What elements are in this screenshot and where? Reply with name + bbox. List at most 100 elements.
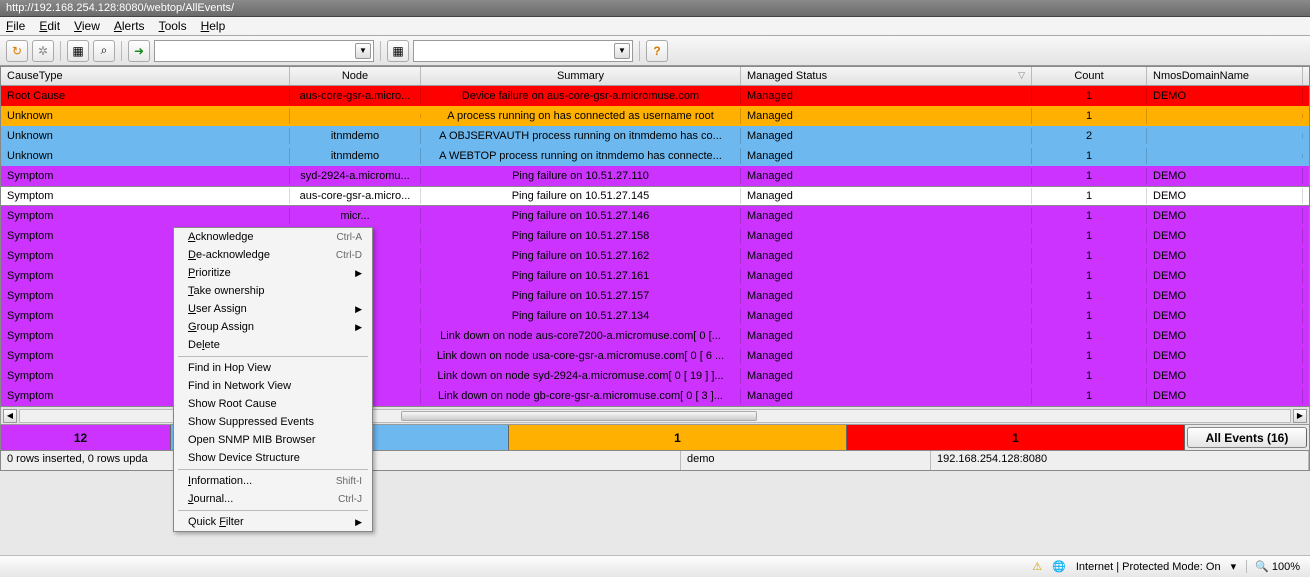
- ctx-acknowledge[interactable]: AcknowledgeCtrl-A: [174, 228, 372, 246]
- all-events-button[interactable]: All Events (16): [1187, 427, 1307, 448]
- globe-icon: 🌐: [1052, 560, 1066, 573]
- browser-status-bar: ⚠ 🌐 Internet | Protected Mode: On ▾ 🔍 10…: [0, 555, 1310, 577]
- cell-count: 1: [1032, 228, 1147, 244]
- cell-managed: Managed: [741, 348, 1032, 364]
- cell-summary: Link down on node gb-core-gsr-a.micromus…: [421, 388, 741, 404]
- cell-node: aus-core-gsr-a.micro...: [290, 88, 421, 104]
- status-user: demo: [681, 451, 931, 470]
- chevron-down-icon[interactable]: ▼: [355, 43, 371, 59]
- cell-node: itnmdemo: [290, 148, 421, 164]
- ctx-user-assign[interactable]: User Assign▶: [174, 300, 372, 318]
- ctx-quick-filter[interactable]: Quick Filter▶: [174, 513, 372, 531]
- grid-icon[interactable]: ▦: [67, 40, 89, 62]
- ctx-open-snmp-mib[interactable]: Open SNMP MIB Browser: [174, 431, 372, 449]
- cell-count: 1: [1032, 388, 1147, 404]
- ctx-information[interactable]: Information...Shift-I: [174, 472, 372, 490]
- cell-summary: Ping failure on 10.51.27.110: [421, 168, 741, 184]
- table-row[interactable]: Symptomsyd-2924-a.micromu...Ping failure…: [1, 166, 1309, 186]
- cell-count: 1: [1032, 88, 1147, 104]
- table-row[interactable]: Symptomaus-core-gsr-a.micro...Ping failu…: [1, 186, 1309, 206]
- ctx-show-device-structure[interactable]: Show Device Structure: [174, 449, 372, 467]
- cell-domain: DEMO: [1147, 328, 1303, 344]
- cell-domain: DEMO: [1147, 248, 1303, 264]
- menu-edit[interactable]: Edit: [39, 19, 60, 33]
- menu-view[interactable]: View: [74, 19, 100, 33]
- ctx-find-hop-view[interactable]: Find in Hop View: [174, 359, 372, 377]
- scroll-right-icon[interactable]: ▶: [1293, 409, 1307, 423]
- cell-summary: Ping failure on 10.51.27.162: [421, 248, 741, 264]
- ctx-take-ownership[interactable]: Take ownership: [174, 282, 372, 300]
- toolbar: ↻ ✲ ▦ ⌕ ➜ ▼ ▦ ▼ ?: [0, 36, 1310, 66]
- chevron-down-icon[interactable]: ▼: [614, 43, 630, 59]
- severity-orange[interactable]: 1: [509, 425, 847, 450]
- table-row[interactable]: UnknownitnmdemoA WEBTOP process running …: [1, 146, 1309, 166]
- col-node[interactable]: Node: [290, 67, 421, 85]
- cell-count: 1: [1032, 348, 1147, 364]
- cell-cause: Root Cause: [1, 88, 290, 104]
- cell-summary: Device failure on aus-core-gsr-a.micromu…: [421, 88, 741, 104]
- cell-summary: Ping failure on 10.51.27.161: [421, 268, 741, 284]
- ctx-prioritize[interactable]: Prioritize▶: [174, 264, 372, 282]
- table-row[interactable]: UnknownA process running on has connecte…: [1, 106, 1309, 126]
- export-icon[interactable]: ➜: [128, 40, 150, 62]
- cell-count: 1: [1032, 288, 1147, 304]
- severity-purple[interactable]: 12: [1, 425, 171, 450]
- cell-count: 1: [1032, 248, 1147, 264]
- cell-node: itnmdemo: [290, 128, 421, 144]
- scroll-thumb[interactable]: [401, 411, 757, 421]
- col-managed-status[interactable]: Managed Status▽: [741, 67, 1032, 85]
- menubar: File Edit View Alerts Tools Help: [0, 17, 1310, 36]
- cell-domain: DEMO: [1147, 268, 1303, 284]
- freeze-icon[interactable]: ✲: [32, 40, 54, 62]
- ctx-journal[interactable]: Journal...Ctrl-J: [174, 490, 372, 508]
- ctx-group-assign[interactable]: Group Assign▶: [174, 318, 372, 336]
- cell-domain: DEMO: [1147, 208, 1303, 224]
- col-causetype[interactable]: CauseType: [1, 67, 290, 85]
- table-row[interactable]: UnknownitnmdemoA OBJSERVAUTH process run…: [1, 126, 1309, 146]
- cell-domain: DEMO: [1147, 288, 1303, 304]
- col-summary[interactable]: Summary: [421, 67, 741, 85]
- severity-red[interactable]: 1: [847, 425, 1185, 450]
- cell-managed: Managed: [741, 88, 1032, 104]
- menu-file[interactable]: File: [6, 19, 25, 33]
- cell-managed: Managed: [741, 128, 1032, 144]
- calendar-icon[interactable]: ▦: [387, 40, 409, 62]
- ctx-deacknowledge[interactable]: De-acknowledgeCtrl-D: [174, 246, 372, 264]
- col-count[interactable]: Count: [1032, 67, 1147, 85]
- cell-count: 1: [1032, 368, 1147, 384]
- filter-combo-2[interactable]: ▼: [413, 40, 633, 62]
- menu-alerts[interactable]: Alerts: [114, 19, 145, 33]
- menu-tools[interactable]: Tools: [159, 19, 187, 33]
- menu-help[interactable]: Help: [201, 19, 226, 33]
- help-icon[interactable]: ?: [646, 40, 668, 62]
- cell-domain: DEMO: [1147, 168, 1303, 184]
- cell-cause: Unknown: [1, 108, 290, 124]
- table-row[interactable]: Root Causeaus-core-gsr-a.micro...Device …: [1, 86, 1309, 106]
- find-icon[interactable]: ⌕: [93, 40, 115, 62]
- cell-summary: Link down on node syd-2924-a.micromuse.c…: [421, 368, 741, 384]
- cell-domain: DEMO: [1147, 228, 1303, 244]
- cell-cause: Unknown: [1, 128, 290, 144]
- cell-cause: Symptom: [1, 208, 290, 224]
- zoom-level[interactable]: 🔍 100%: [1246, 560, 1300, 573]
- ctx-show-suppressed[interactable]: Show Suppressed Events: [174, 413, 372, 431]
- cell-summary: A WEBTOP process running on itnmdemo has…: [421, 148, 741, 164]
- cell-managed: Managed: [741, 388, 1032, 404]
- col-domain[interactable]: NmosDomainName: [1147, 67, 1303, 85]
- cell-node: aus-core-gsr-a.micro...: [290, 188, 421, 204]
- ctx-show-root-cause[interactable]: Show Root Cause: [174, 395, 372, 413]
- refresh-icon[interactable]: ↻: [6, 40, 28, 62]
- status-separator: ▾: [1231, 560, 1237, 573]
- scroll-left-icon[interactable]: ◀: [3, 409, 17, 423]
- cell-node: micr...: [290, 208, 421, 224]
- ctx-find-network-view[interactable]: Find in Network View: [174, 377, 372, 395]
- cell-domain: [1147, 134, 1303, 138]
- cell-summary: Link down on node aus-core7200-a.micromu…: [421, 328, 741, 344]
- cell-summary: Ping failure on 10.51.27.134: [421, 308, 741, 324]
- cell-summary: Ping failure on 10.51.27.158: [421, 228, 741, 244]
- cell-count: 1: [1032, 308, 1147, 324]
- filter-combo-1[interactable]: ▼: [154, 40, 374, 62]
- cell-managed: Managed: [741, 168, 1032, 184]
- ctx-delete[interactable]: Delete: [174, 336, 372, 354]
- table-row[interactable]: Symptommicr...Ping failure on 10.51.27.1…: [1, 206, 1309, 226]
